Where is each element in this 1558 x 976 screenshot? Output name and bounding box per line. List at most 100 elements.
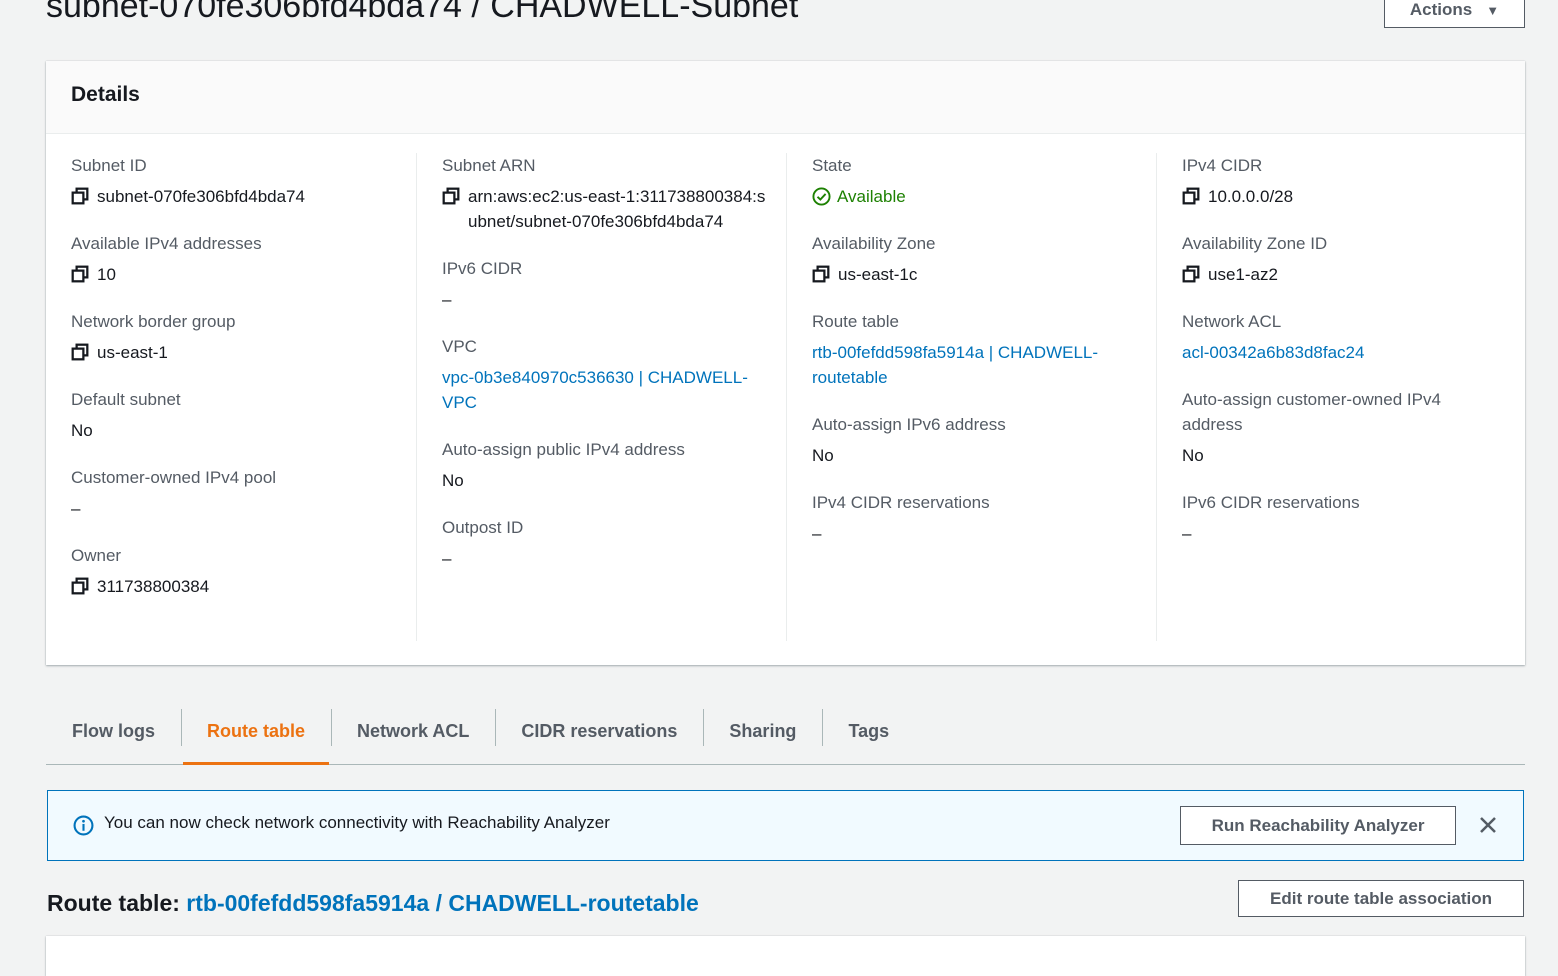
details-column-3: State Available Availability Zone us-eas… (786, 153, 1156, 641)
run-reachability-analyzer-button[interactable]: Run Reachability Analyzer (1180, 806, 1456, 845)
copy-icon[interactable] (1182, 187, 1200, 205)
field-ipv4-cidr-reservations: IPv4 CIDR reservations – (812, 490, 1156, 546)
field-state: State Available (812, 153, 1156, 209)
copy-icon[interactable] (71, 265, 89, 283)
copy-icon[interactable] (71, 187, 89, 205)
route-table-panel (46, 936, 1525, 976)
ipv4-cidr-reservations-value: – (812, 524, 822, 543)
field-outpost-id: Outpost ID – (442, 515, 786, 571)
field-label: Auto-assign IPv6 address (812, 415, 1006, 434)
details-column-1: Subnet ID subnet-070fe306bfd4bda74 Avail… (71, 153, 416, 641)
field-label: Default subnet (71, 390, 181, 409)
field-label: Subnet ARN (442, 156, 536, 175)
field-label: Available IPv4 addresses (71, 234, 262, 253)
field-label: Auto-assign customer-owned IPv4 address (1182, 390, 1441, 434)
network-border-group-value: us-east-1 (97, 343, 168, 362)
field-label: Network ACL (1182, 312, 1282, 331)
copy-icon[interactable] (812, 265, 830, 283)
details-column-2: Subnet ARN arn:aws:ec2:us-east-1:3117388… (416, 153, 786, 641)
field-network-acl: Network ACL acl-00342a6b83d8fac24 (1182, 309, 1501, 365)
field-label: Subnet ID (71, 156, 147, 175)
network-acl-link[interactable]: acl-00342a6b83d8fac24 (1182, 340, 1364, 365)
field-label: Network border group (71, 312, 236, 331)
page-title: subnet-070fe306bfd4bda74 / CHADWELL-Subn… (46, 0, 799, 25)
ipv6-cidr-value: – (442, 290, 452, 309)
owner-value: 311738800384 (97, 577, 210, 596)
field-available-ipv4: Available IPv4 addresses 10 (71, 231, 416, 287)
field-label: Customer-owned IPv4 pool (71, 468, 277, 487)
availability-zone-id-value: use1-az2 (1208, 265, 1278, 284)
actions-button[interactable]: Actions ▼ (1384, 0, 1525, 28)
field-label: IPv4 CIDR reservations (812, 493, 990, 512)
tab-tags[interactable]: Tags (822, 698, 915, 764)
field-subnet-arn: Subnet ARN arn:aws:ec2:us-east-1:3117388… (442, 153, 786, 234)
field-label: IPv6 CIDR (442, 259, 523, 278)
field-availability-zone: Availability Zone us-east-1c (812, 231, 1156, 287)
copy-icon[interactable] (442, 187, 460, 205)
customer-owned-pool-value: – (71, 499, 81, 518)
copy-icon[interactable] (71, 577, 89, 595)
available-ipv4-value: 10 (97, 265, 116, 284)
field-label: IPv6 CIDR reservations (1182, 493, 1360, 512)
field-ipv6-cidr: IPv6 CIDR – (442, 256, 786, 312)
subnet-tabs: Flow logs Route table Network ACL CIDR r… (46, 698, 1525, 765)
field-ipv6-cidr-reservations: IPv6 CIDR reservations – (1182, 490, 1501, 546)
field-auto-assign-customer-owned: Auto-assign customer-owned IPv4 address … (1182, 387, 1501, 468)
details-panel: Details Subnet ID subnet-070fe306bfd4bda… (46, 61, 1525, 665)
field-route-table: Route table rtb-00fefdd598fa5914a | CHAD… (812, 309, 1156, 390)
vpc-link[interactable]: vpc-0b3e840970c536630 | CHADWELL-VPC (442, 365, 762, 415)
field-customer-owned-pool: Customer-owned IPv4 pool – (71, 465, 416, 521)
state-value: Available (837, 187, 906, 206)
tab-route-table[interactable]: Route table (181, 698, 331, 765)
field-label: Availability Zone (812, 234, 936, 253)
availability-zone-value: us-east-1c (838, 265, 918, 284)
field-label: IPv4 CIDR (1182, 156, 1263, 175)
copy-icon[interactable] (1182, 265, 1200, 283)
copy-icon[interactable] (71, 343, 89, 361)
field-label: Outpost ID (442, 518, 524, 537)
details-column-4: IPv4 CIDR 10.0.0.0/28 Availability Zone … (1156, 153, 1501, 641)
auto-assign-public-ipv4-value: No (442, 471, 464, 490)
ipv4-cidr-value: 10.0.0.0/28 (1208, 187, 1294, 206)
subnet-arn-value: arn:aws:ec2:us-east-1:311738800384:subne… (468, 187, 766, 231)
tab-network-acl[interactable]: Network ACL (331, 698, 495, 764)
banner-message: You can now check network connectivity w… (104, 813, 610, 832)
field-label: Auto-assign public IPv4 address (442, 440, 685, 459)
actions-label: Actions (1409, 0, 1473, 19)
details-title: Details (71, 83, 140, 106)
caret-down-icon: ▼ (1486, 2, 1500, 18)
close-icon[interactable] (1478, 815, 1498, 835)
default-subnet-value: No (71, 421, 93, 440)
route-table-heading-prefix: Route table: (47, 890, 180, 916)
details-columns: Subnet ID subnet-070fe306bfd4bda74 Avail… (46, 153, 1525, 641)
route-table-heading: Route table: rtb-00fefdd598fa5914a / CHA… (47, 890, 699, 917)
check-circle-icon (812, 187, 831, 206)
field-label: Availability Zone ID (1182, 234, 1328, 253)
ipv6-cidr-reservations-value: – (1182, 524, 1192, 543)
field-subnet-id: Subnet ID subnet-070fe306bfd4bda74 (71, 153, 416, 209)
field-auto-assign-ipv6: Auto-assign IPv6 address No (812, 412, 1156, 468)
outpost-id-value: – (442, 549, 452, 568)
field-ipv4-cidr: IPv4 CIDR 10.0.0.0/28 (1182, 153, 1501, 209)
tab-flow-logs[interactable]: Flow logs (46, 698, 181, 764)
tab-cidr-reservations[interactable]: CIDR reservations (495, 698, 703, 764)
field-label: VPC (442, 337, 477, 356)
route-table-heading-link[interactable]: rtb-00fefdd598fa5914a / CHADWELL-routeta… (186, 890, 699, 916)
field-label: Owner (71, 546, 122, 565)
edit-route-table-association-button[interactable]: Edit route table association (1238, 880, 1524, 917)
details-header: Details (46, 61, 1525, 134)
tab-sharing[interactable]: Sharing (703, 698, 822, 764)
field-label: State (812, 156, 852, 175)
field-default-subnet: Default subnet No (71, 387, 416, 443)
field-label: Route table (812, 312, 899, 331)
field-availability-zone-id: Availability Zone ID use1-az2 (1182, 231, 1501, 287)
info-icon (73, 815, 94, 836)
field-auto-assign-public-ipv4: Auto-assign public IPv4 address No (442, 437, 786, 493)
subnet-id-value: subnet-070fe306bfd4bda74 (97, 187, 305, 206)
reachability-info-banner: You can now check network connectivity w… (47, 790, 1524, 861)
field-network-border-group: Network border group us-east-1 (71, 309, 416, 365)
auto-assign-customer-owned-value: No (1182, 446, 1204, 465)
field-owner: Owner 311738800384 (71, 543, 416, 599)
route-table-link[interactable]: rtb-00fefdd598fa5914a | CHADWELL-routeta… (812, 340, 1132, 390)
auto-assign-ipv6-value: No (812, 446, 834, 465)
